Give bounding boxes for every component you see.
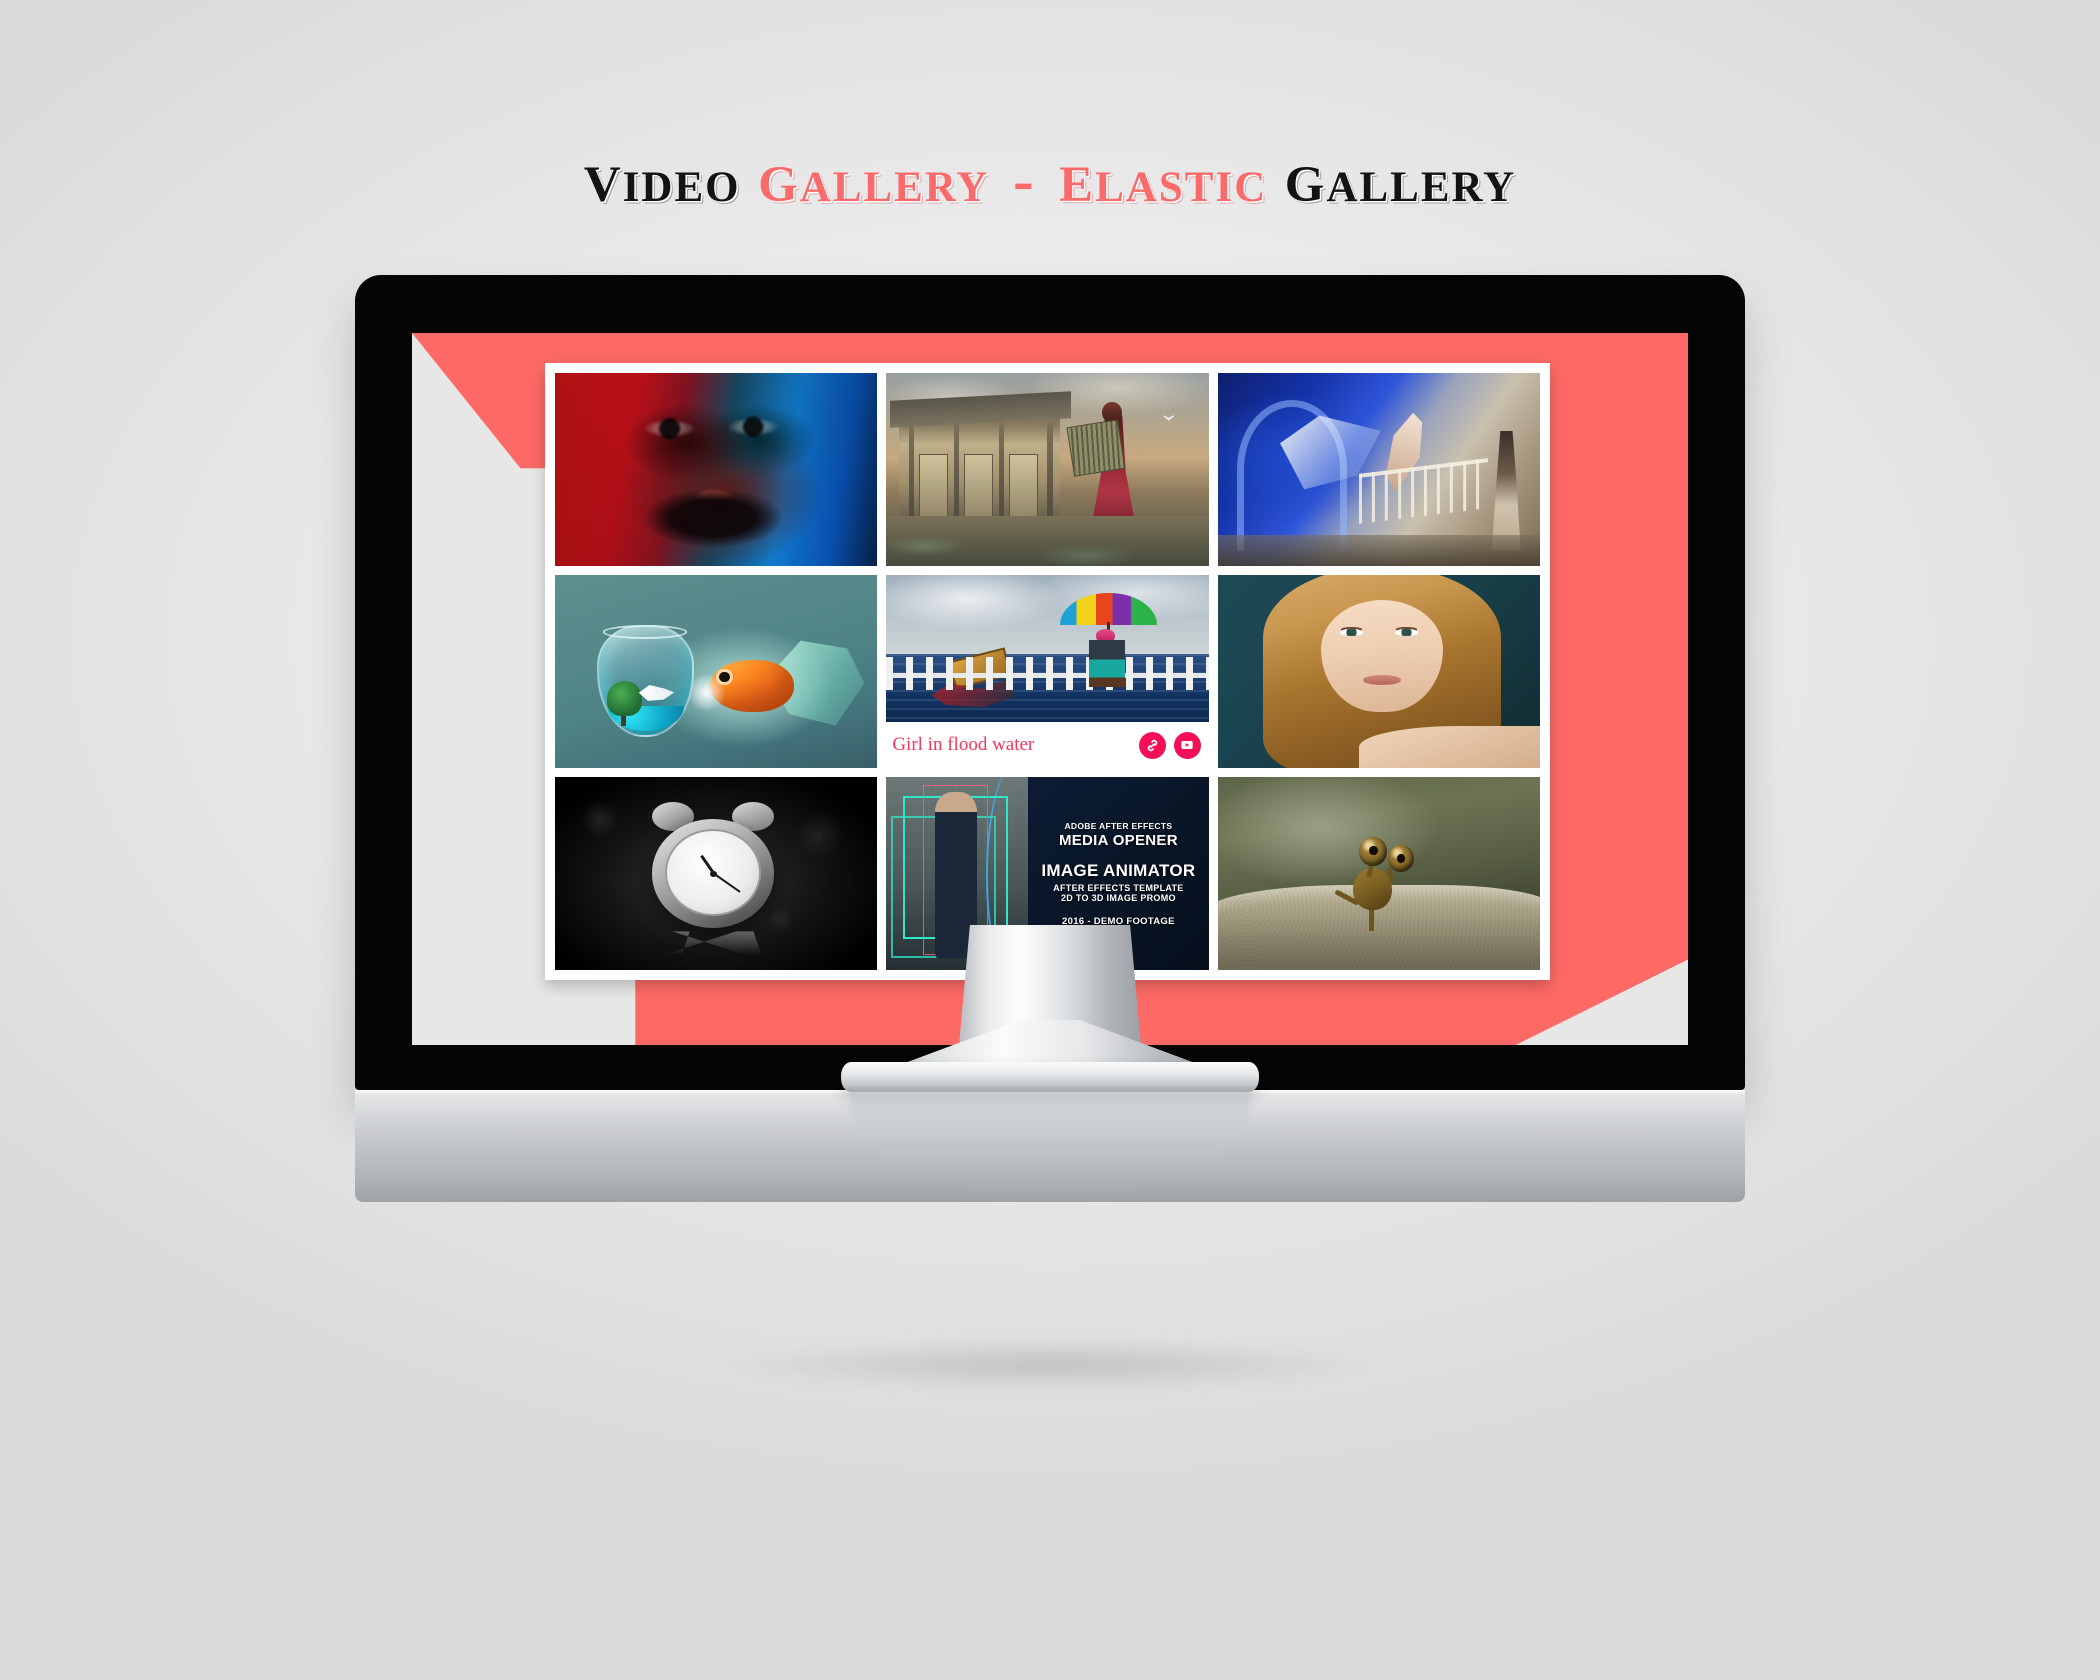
gallery-grid: Girl in flood water ADOBE AFTER EFFECTS … bbox=[555, 373, 1540, 970]
gallery-item-2[interactable] bbox=[886, 373, 1209, 566]
artwork bbox=[886, 373, 1209, 566]
gallery-item-6[interactable] bbox=[1217, 575, 1540, 768]
thumbnail-clay-creature bbox=[1217, 777, 1540, 970]
thumbnail-portrait-red-blue bbox=[555, 373, 878, 566]
gallery-item-7[interactable] bbox=[555, 777, 878, 970]
artwork bbox=[555, 373, 878, 566]
artwork bbox=[886, 575, 1209, 722]
thumbnail-alarm-clock bbox=[555, 777, 878, 970]
artwork bbox=[1217, 575, 1540, 768]
opener-line-1: ADOBE AFTER EFFECTS bbox=[1064, 820, 1173, 831]
caption-title: Girl in flood water bbox=[892, 734, 1035, 755]
thumbnail-blonde-portrait bbox=[1217, 575, 1540, 768]
artwork bbox=[555, 575, 878, 768]
monitor-stand-base bbox=[841, 1062, 1259, 1092]
gallery-item-5[interactable]: Girl in flood water bbox=[886, 575, 1209, 768]
artwork bbox=[1217, 777, 1540, 970]
opener-line-6: 2016 - DEMO FOOTAGE bbox=[1062, 915, 1175, 927]
gallery-item-3[interactable] bbox=[1217, 373, 1540, 566]
opener-line-3: IMAGE ANIMATOR bbox=[1041, 860, 1196, 880]
opener-line-5: 2D TO 3D IMAGE PROMO bbox=[1060, 892, 1176, 903]
artwork bbox=[1217, 373, 1540, 566]
title-word-video: Video bbox=[583, 136, 741, 217]
title-word-gallery-2: Gallery bbox=[1284, 136, 1517, 217]
gallery-item-9[interactable] bbox=[1217, 777, 1540, 970]
floor-shadow bbox=[600, 1330, 1500, 1400]
gallery-item-4[interactable] bbox=[555, 575, 878, 768]
artwork bbox=[555, 777, 878, 970]
title-word-elastic: Elastic bbox=[1059, 136, 1268, 217]
thumbnail-abandoned-house bbox=[886, 373, 1209, 566]
title-word-gallery-1: Gallery bbox=[758, 136, 990, 217]
title-separator: - bbox=[1012, 147, 1036, 215]
page-title: Video Gallery - Elastic Gallery bbox=[0, 140, 2100, 213]
play-icon[interactable] bbox=[1173, 731, 1201, 759]
thumbnail-blue-archway bbox=[1217, 373, 1540, 566]
gallery-item-1[interactable] bbox=[555, 373, 878, 566]
opener-line-2: MEDIA OPENER bbox=[1058, 831, 1178, 849]
caption-actions bbox=[1138, 731, 1201, 759]
thumbnail-girl-in-flood-water bbox=[886, 575, 1209, 722]
gallery-container: Girl in flood water ADOBE AFTER EFFECTS … bbox=[545, 363, 1550, 980]
link-icon[interactable] bbox=[1138, 731, 1166, 759]
gallery-item-caption-bar: Girl in flood water bbox=[886, 722, 1209, 768]
thumbnail-fishbowl bbox=[555, 575, 878, 768]
opener-line-4: AFTER EFFECTS TEMPLATE bbox=[1053, 882, 1184, 893]
